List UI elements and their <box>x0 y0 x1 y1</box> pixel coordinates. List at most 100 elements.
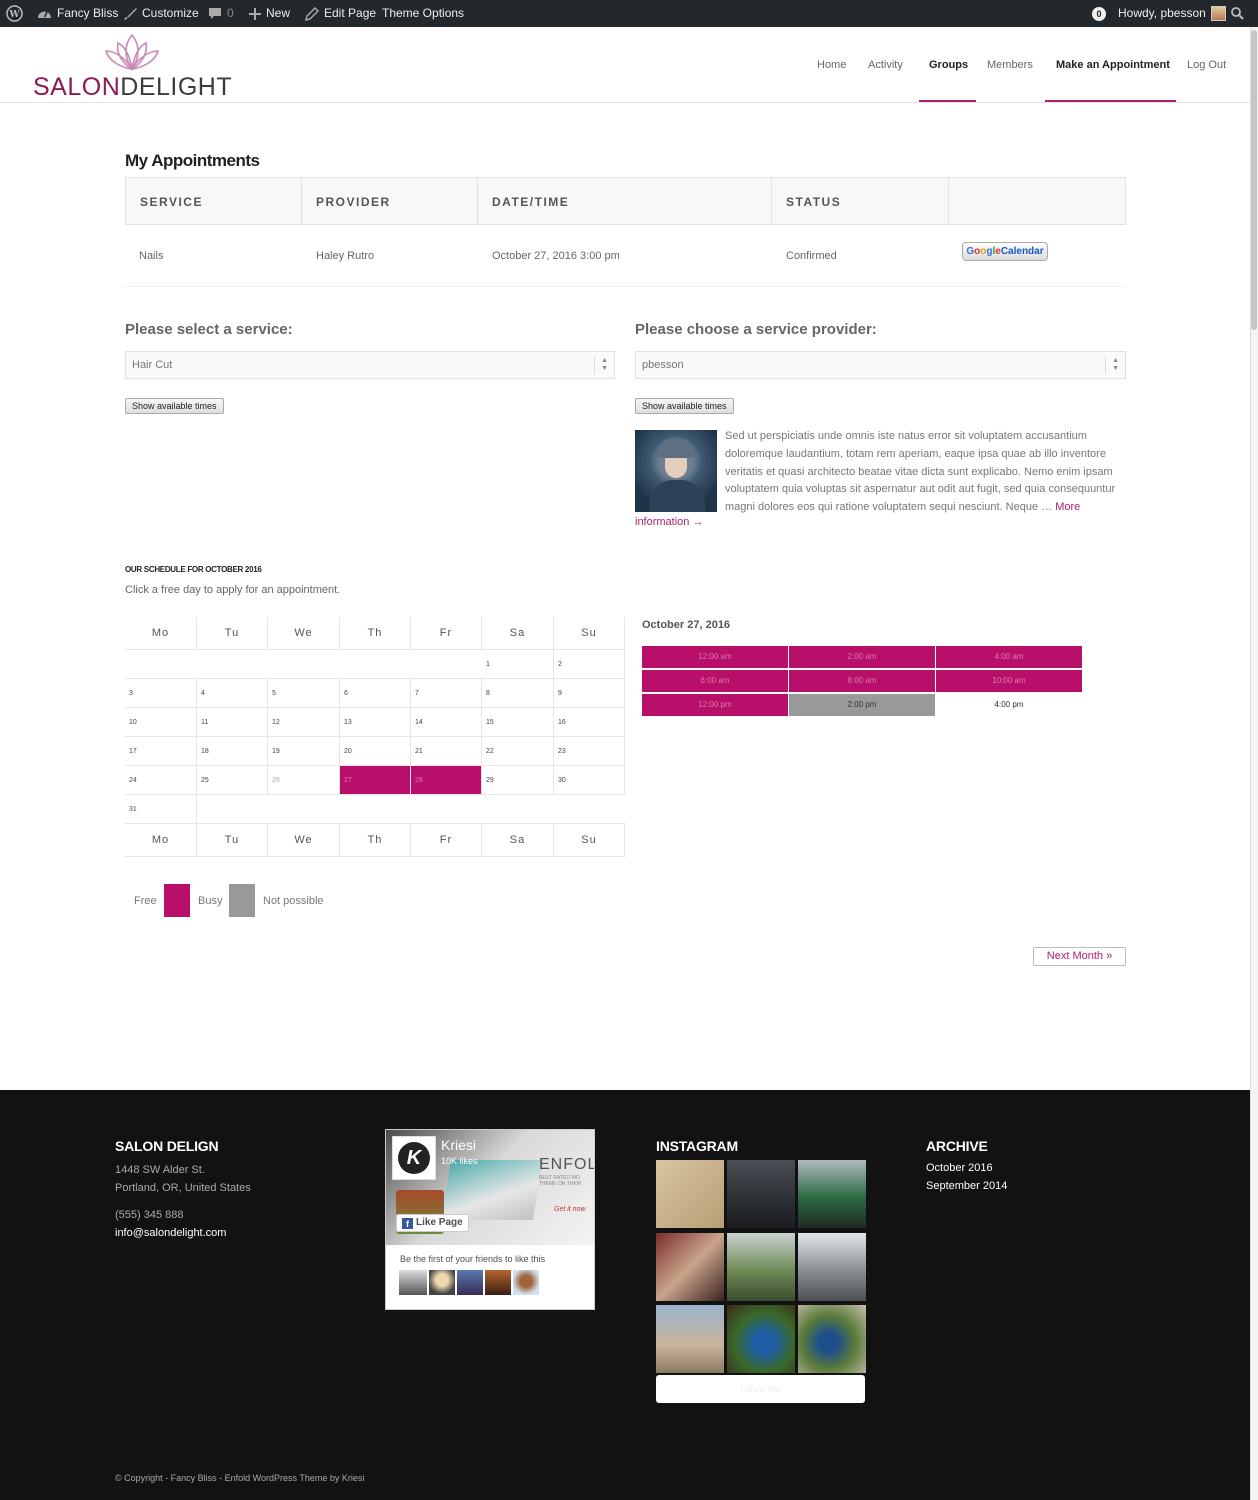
new-content-link[interactable]: New <box>249 0 290 27</box>
admin-bar: W Fancy Bliss Customize 0 New Edit Page … <box>0 0 1258 27</box>
google-calendar-label: GoogleCalendar <box>966 246 1044 257</box>
instagram-photo[interactable] <box>727 1305 795 1373</box>
calendar-day-18[interactable]: 18 <box>197 737 268 766</box>
logo-salon: SALON <box>33 73 121 101</box>
calendar-day-8[interactable]: 8 <box>482 679 554 708</box>
instagram-photo[interactable] <box>798 1305 866 1373</box>
calendar-empty-cell <box>340 650 411 679</box>
calendar-day-19[interactable]: 19 <box>268 737 340 766</box>
customize-label: Customize <box>142 6 199 20</box>
customize-link[interactable]: Customize <box>123 0 199 27</box>
search-icon[interactable] <box>1231 0 1244 27</box>
time-slot[interactable]: 4:00 pm <box>936 694 1082 716</box>
scrollbar-thumb[interactable] <box>1251 30 1257 330</box>
calendar-day-21[interactable]: 21 <box>411 737 482 766</box>
site-name-link[interactable]: Fancy Bliss <box>37 0 118 27</box>
nav-groups-indicator <box>919 100 976 102</box>
calendar-day-31[interactable]: 31 <box>125 795 197 824</box>
calendar-day-6[interactable]: 6 <box>340 679 411 708</box>
calendar-top-weekday-fr: Fr <box>411 617 482 650</box>
legend-busy-swatch <box>164 884 190 917</box>
calendar-day-14[interactable]: 14 <box>411 708 482 737</box>
nav-make-appointment[interactable]: Make an Appointment <box>1056 27 1170 103</box>
calendar-day-27[interactable]: 27 <box>340 766 411 795</box>
comment-icon <box>209 8 221 19</box>
notifications-badge[interactable]: 0 <box>1092 0 1106 27</box>
calendar-day-11[interactable]: 11 <box>197 708 268 737</box>
theme-options-link[interactable]: Theme Options <box>382 0 464 27</box>
header-status: STATUS <box>771 177 949 225</box>
instagram-photo[interactable] <box>798 1233 866 1301</box>
archive-link-october-2016[interactable]: October 2016 <box>926 1162 993 1174</box>
calendar-day-25[interactable]: 25 <box>197 766 268 795</box>
facebook-page-name[interactable]: Kriesi <box>441 1137 476 1153</box>
calendar-day-20[interactable]: 20 <box>340 737 411 766</box>
service-select-value: Hair Cut <box>132 359 173 371</box>
calendar-bottom-weekday-tu: Tu <box>197 824 268 857</box>
provider-show-times-button[interactable]: Show available times <box>635 398 734 414</box>
time-slot: 6:00 am <box>642 670 788 692</box>
calendar-day-3[interactable]: 3 <box>125 679 197 708</box>
calendar-bottom-weekday-th: Th <box>340 824 411 857</box>
wordpress-logo-icon[interactable]: W <box>6 0 23 27</box>
calendar-day-22[interactable]: 22 <box>482 737 554 766</box>
nav-home[interactable]: Home <box>817 27 846 103</box>
calendar-day-7[interactable]: 7 <box>411 679 482 708</box>
instagram-photo[interactable] <box>656 1305 724 1373</box>
calendar-day-10[interactable]: 10 <box>125 708 197 737</box>
legend-not-possible-swatch <box>229 884 255 917</box>
calendar-day-5[interactable]: 5 <box>268 679 340 708</box>
calendar-day-23[interactable]: 23 <box>554 737 625 766</box>
theme-options-label: Theme Options <box>382 6 465 20</box>
instagram-photo[interactable] <box>656 1160 724 1228</box>
calendar-day-2[interactable]: 2 <box>554 650 625 679</box>
schedule-subtitle: Click a free day to apply for an appoint… <box>125 584 341 596</box>
calendar-day-29[interactable]: 29 <box>482 766 554 795</box>
facebook-page-widget[interactable]: K Kriesi 10K likes ENFOL BEST RATED WO T… <box>385 1129 595 1310</box>
comments-link[interactable]: 0 <box>208 0 234 27</box>
calendar-day-16[interactable]: 16 <box>554 708 625 737</box>
provider-more-link[interactable]: More <box>1055 501 1080 513</box>
notifications-count: 0 <box>1092 6 1106 21</box>
calendar-day-30[interactable]: 30 <box>554 766 625 795</box>
calendar-day-1[interactable]: 1 <box>482 650 554 679</box>
site-logo[interactable]: SALONDELIGHT <box>33 29 233 101</box>
google-calendar-button[interactable]: GoogleCalendar <box>962 242 1048 261</box>
provider-photo <box>635 430 717 512</box>
edit-page-link[interactable]: Edit Page <box>305 0 376 27</box>
pencil-icon <box>305 6 319 21</box>
calendar-day-28[interactable]: 28 <box>411 766 482 795</box>
facebook-banner-sub2: THEME ON THEM <box>539 1181 581 1187</box>
nav-members[interactable]: Members <box>987 27 1033 103</box>
calendar-day-24[interactable]: 24 <box>125 766 197 795</box>
my-account-link[interactable]: Howdy, pbesson <box>1118 0 1226 27</box>
calendar-day-12[interactable]: 12 <box>268 708 340 737</box>
header-provider: PROVIDER <box>301 177 478 225</box>
service-show-times-button[interactable]: Show available times <box>125 398 224 414</box>
nav-log-out[interactable]: Log Out <box>1187 27 1226 103</box>
instagram-photo[interactable] <box>727 1160 795 1228</box>
archive-link-september-2014[interactable]: September 2014 <box>926 1180 1007 1192</box>
footer-instagram-title: INSTAGRAM <box>656 1138 738 1154</box>
provider-select[interactable]: pbesson ▲ ▼ <box>635 351 1126 379</box>
calendar-day-26[interactable]: 26 <box>268 766 340 795</box>
calendar-day-17[interactable]: 17 <box>125 737 197 766</box>
instagram-follow-button[interactable]: Follow Me <box>656 1375 865 1403</box>
calendar-day-15[interactable]: 15 <box>482 708 554 737</box>
instagram-photo[interactable] <box>656 1233 724 1301</box>
service-select[interactable]: Hair Cut ▲ ▼ <box>125 351 615 379</box>
calendar-day-9[interactable]: 9 <box>554 679 625 708</box>
nav-activity[interactable]: Activity <box>868 27 903 103</box>
footer-email-link[interactable]: info@salondelight.com <box>115 1227 226 1239</box>
nav-groups[interactable]: Groups <box>929 27 968 103</box>
calendar-day-13[interactable]: 13 <box>340 708 411 737</box>
selected-date: October 27, 2016 <box>642 619 731 631</box>
provider-info-link[interactable]: information → <box>635 516 703 528</box>
appointment-provider: Haley Rutro <box>316 250 375 262</box>
instagram-photo[interactable] <box>727 1233 795 1301</box>
calendar-top-weekday-th: Th <box>340 617 411 650</box>
instagram-photo[interactable] <box>798 1160 866 1228</box>
next-month-button[interactable]: Next Month » <box>1033 947 1126 966</box>
calendar-day-4[interactable]: 4 <box>197 679 268 708</box>
facebook-like-page-button[interactable]: f Like Page <box>396 1214 469 1232</box>
